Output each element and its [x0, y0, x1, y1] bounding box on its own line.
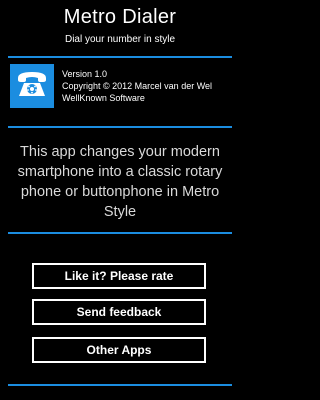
info-divider — [8, 126, 232, 128]
app-description: This app changes your modern smartphone … — [17, 144, 223, 220]
description-divider — [8, 232, 232, 234]
app-title: Metro Dialer — [63, 6, 177, 28]
app-logo — [10, 64, 54, 108]
top-divider — [8, 56, 232, 58]
other-apps-button[interactable]: Other Apps — [32, 337, 206, 363]
send-feedback-button[interactable]: Send feedback — [32, 299, 206, 325]
copyright-text: Copyright © 2012 Marcel van der Wel — [62, 81, 213, 91]
app-info: Version 1.0 Copyright © 2012 Marcel van … — [62, 68, 238, 104]
bottom-divider — [8, 384, 232, 386]
rate-button[interactable]: Like it? Please rate — [32, 263, 206, 289]
version-text: Version 1.0 — [62, 69, 108, 79]
company-text: WellKnown Software — [62, 93, 145, 103]
app-subtitle: Dial your number in style — [64, 34, 176, 45]
rotary-phone-icon — [15, 69, 49, 104]
